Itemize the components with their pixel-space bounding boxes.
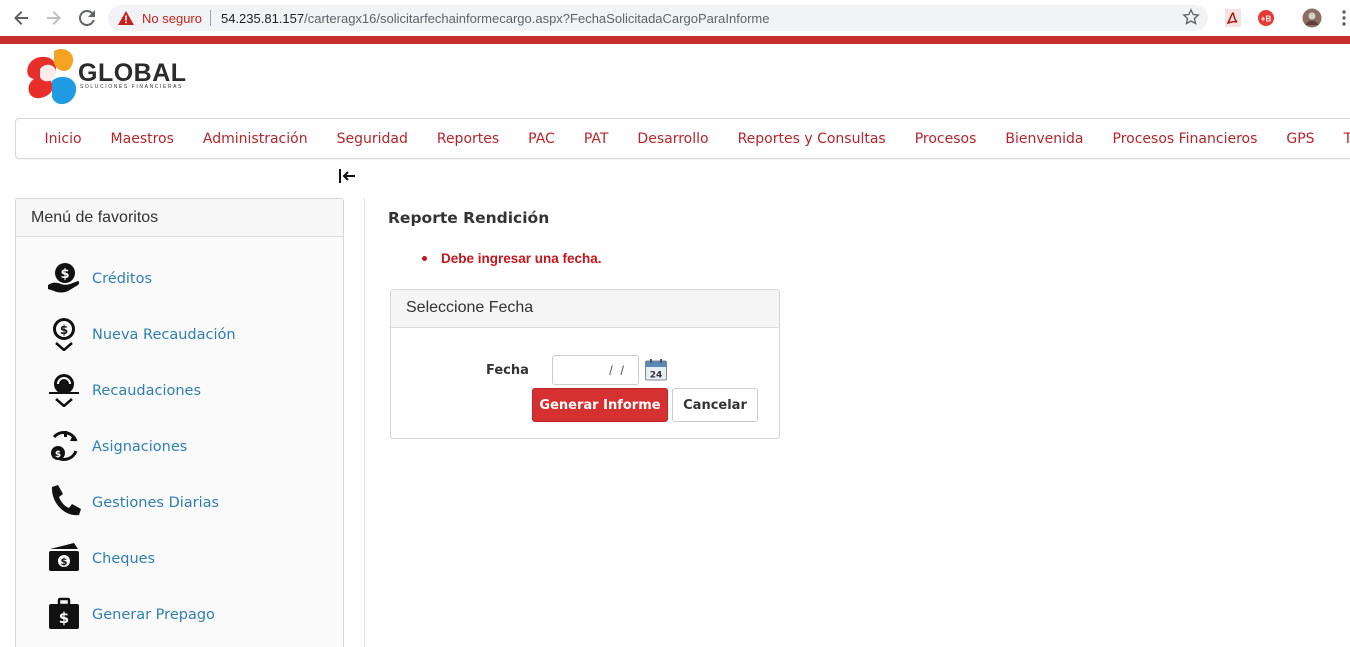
reload-icon[interactable] — [76, 7, 98, 29]
svg-text:$: $ — [61, 557, 68, 568]
forward-icon[interactable] — [43, 7, 65, 29]
browser-menu-icon[interactable] — [1334, 8, 1350, 28]
security-warning[interactable]: No seguro — [118, 10, 221, 26]
main-menu: Inicio Maestros Administración Seguridad Rep… — [15, 118, 1350, 159]
svg-text:GLOBAL: GLOBAL — [78, 59, 187, 87]
hand-dollar-icon: $ — [46, 259, 82, 299]
calendar-icon[interactable]: 24 — [644, 358, 668, 382]
nav-item-pac[interactable]: PAC — [514, 131, 570, 147]
favorite-item[interactable]: $ Cheques — [46, 539, 155, 579]
date-input[interactable] — [552, 355, 639, 385]
back-icon[interactable] — [10, 7, 32, 29]
favorite-item[interactable]: Recaudaciones — [46, 371, 201, 411]
favorite-item[interactable]: $ Créditos — [46, 259, 152, 299]
panel-title: Seleccione Fecha — [391, 290, 779, 328]
date-label: Fecha — [486, 363, 529, 378]
nav-item-gps[interactable]: GPS — [1272, 131, 1329, 147]
svg-text:$: $ — [55, 450, 61, 460]
nav-item-procesos[interactable]: Procesos — [900, 131, 991, 147]
favorites-panel: Menú de favoritos $ Créditos $ Nueva Recaud… — [15, 198, 344, 647]
collapse-sidebar-icon[interactable] — [336, 166, 358, 186]
nav-item-reportes[interactable]: Reportes — [422, 131, 513, 147]
svg-text:$: $ — [60, 267, 69, 282]
svg-text:+B: +B — [1261, 15, 1272, 24]
banknotes-icon: $ — [46, 539, 82, 579]
favorite-label: Cheques — [92, 551, 156, 567]
url-text[interactable]: 54.235.81.157/carteragx16/solicitarfecha… — [221, 11, 770, 26]
nav-item-administracion[interactable]: Administración — [188, 131, 322, 147]
favorite-item[interactable]: $ Generar Prepago — [46, 595, 215, 635]
svg-text:SOLUCIONES FINANCIERAS: SOLUCIONES FINANCIERAS — [80, 84, 183, 90]
favorite-label: Nueva Recaudación — [92, 327, 236, 343]
nav-item-reportes-y-consultas[interactable]: Reportes y Consultas — [723, 131, 900, 147]
briefcase-dollar-icon: $ — [46, 595, 82, 635]
nav-item-maestros[interactable]: Maestros — [96, 131, 188, 147]
favorite-label: Recaudaciones — [92, 383, 202, 399]
nav-item-tmc[interactable]: TMC — [1329, 131, 1350, 147]
favorite-label: Gestiones Diarias — [92, 495, 220, 511]
nav-item-pat[interactable]: PAT — [569, 131, 623, 147]
bullet-icon — [422, 256, 427, 261]
nav-item-seguridad[interactable]: Seguridad — [322, 131, 422, 147]
date-panel: Seleccione Fecha Fecha 24 Generar Inform… — [390, 289, 780, 439]
extension-red-icon[interactable]: +B — [1256, 8, 1276, 28]
pdf-extension-icon[interactable] — [1223, 8, 1243, 28]
favorites-title: Menú de favoritos — [16, 199, 343, 237]
favorite-item[interactable]: $ Nueva Recaudación — [46, 315, 236, 355]
cycle-dollar-icon: $ — [46, 427, 82, 467]
browser-toolbar: No seguro 54.235.81.157/carteragx16/soli… — [0, 0, 1350, 36]
url-path: /carteragx16/solicitarfechainformecargo.… — [304, 10, 770, 26]
generate-report-button[interactable]: Generar Informe — [532, 388, 668, 422]
favorite-label: Generar Prepago — [92, 607, 215, 623]
warning-icon — [118, 11, 134, 25]
svg-text:$: $ — [60, 323, 68, 337]
error-message: Debe ingresar una fecha. — [441, 251, 602, 266]
profile-avatar[interactable] — [1302, 8, 1322, 28]
address-bar[interactable]: No seguro 54.235.81.157/carteragx16/soli… — [108, 5, 1208, 31]
page-title: Reporte Rendición — [388, 209, 550, 227]
bookmark-star-icon[interactable] — [1182, 8, 1200, 30]
security-label: No seguro — [142, 10, 202, 26]
dollar-download-icon: $ — [46, 315, 82, 355]
nav-item-inicio[interactable]: Inicio — [30, 131, 96, 147]
brand-accent-bar — [0, 36, 1350, 44]
url-host: 54.235.81.157 — [220, 10, 305, 26]
favorite-item[interactable]: $ Asignaciones — [46, 427, 187, 467]
panel-divider — [364, 198, 365, 647]
favorite-label: Asignaciones — [92, 439, 188, 455]
favorite-item[interactable]: Gestiones Diarias — [46, 483, 219, 523]
calendar-day: 24 — [650, 371, 663, 381]
nav-item-desarrollo[interactable]: Desarrollo — [623, 131, 723, 147]
favorite-label: Créditos — [92, 271, 153, 287]
nav-item-bienvenida[interactable]: Bienvenida — [991, 131, 1098, 147]
hand-coin-download-icon — [46, 371, 82, 411]
nav-item-procesos-financieros[interactable]: Procesos Financieros — [1098, 131, 1272, 147]
phone-icon — [46, 483, 82, 523]
company-logo[interactable]: GLOBAL SOLUCIONES FINANCIERAS — [22, 47, 212, 111]
cancel-button[interactable]: Cancelar — [672, 388, 758, 422]
svg-text:$: $ — [59, 609, 69, 627]
validation-error: Debe ingresar una fecha. — [422, 251, 602, 266]
